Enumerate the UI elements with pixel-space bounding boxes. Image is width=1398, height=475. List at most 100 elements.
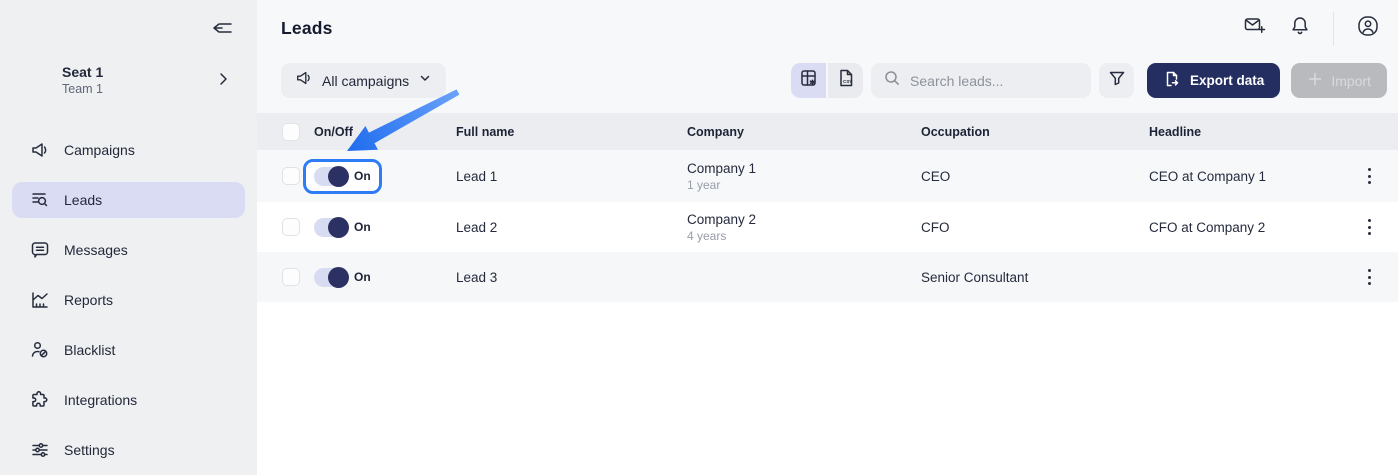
- user-avatar-icon: [1356, 14, 1380, 43]
- megaphone-icon: [30, 140, 50, 160]
- full-name-cell: Lead 2: [456, 220, 687, 235]
- collapse-sidebar-icon: [210, 17, 234, 44]
- occupation-cell: CFO: [921, 220, 1149, 235]
- table-row: On Lead 2 Company 2 4 years CFO CFO at C…: [257, 202, 1398, 252]
- full-name-cell: Lead 3: [456, 270, 687, 285]
- seat-selector[interactable]: Seat 1 Team 1: [0, 58, 257, 102]
- sidebar-item-settings[interactable]: Settings: [12, 432, 245, 468]
- csv-file-icon: CSV: [836, 68, 856, 93]
- lead-on-off-toggle[interactable]: [314, 167, 348, 186]
- search-icon: [883, 69, 901, 92]
- chart-icon: [30, 290, 50, 310]
- chevron-down-icon: [418, 71, 432, 90]
- sidebar-item-messages[interactable]: Messages: [12, 232, 245, 268]
- row-checkbox[interactable]: [282, 218, 300, 236]
- table-settings-icon: [799, 68, 819, 93]
- sidebar-item-blacklist[interactable]: Blacklist: [12, 332, 245, 368]
- new-mail-button[interactable]: [1243, 14, 1267, 43]
- row-menu-button[interactable]: [1356, 214, 1382, 240]
- svg-text:CSV: CSV: [843, 79, 853, 84]
- search-input[interactable]: [910, 73, 1070, 89]
- sidebar-item-label: Blacklist: [64, 342, 115, 358]
- table-header-row: On/Off Full name Company Occupation Head…: [257, 113, 1398, 150]
- filter-button[interactable]: [1099, 63, 1134, 98]
- sliders-icon: [30, 440, 50, 460]
- annotation-highlight: On: [303, 159, 382, 194]
- toggle-state-label: On: [354, 270, 371, 284]
- campaign-filter-label: All campaigns: [322, 73, 409, 89]
- collapse-sidebar-button[interactable]: [209, 17, 235, 43]
- sidebar-item-label: Settings: [64, 442, 115, 458]
- main-content: Leads: [257, 0, 1398, 475]
- sidebar-nav: Campaigns Leads Messages Reports: [12, 132, 245, 468]
- lead-on-off-toggle[interactable]: [314, 268, 348, 287]
- campaign-filter-dropdown[interactable]: All campaigns: [281, 63, 446, 98]
- table-row: On Lead 1 Company 1 1 year CEO CEO at Co…: [257, 150, 1398, 202]
- funnel-icon: [1108, 69, 1126, 92]
- select-all-checkbox[interactable]: [282, 123, 300, 141]
- company-cell: Company 2: [687, 212, 921, 227]
- company-duration: 4 years: [687, 229, 921, 243]
- top-section: Leads: [257, 0, 1398, 113]
- row-checkbox[interactable]: [282, 268, 300, 286]
- headline-cell: CEO at Company 1: [1149, 169, 1342, 184]
- export-data-button[interactable]: Export data: [1147, 63, 1280, 98]
- topbar-divider: [1333, 12, 1334, 46]
- puzzle-icon: [30, 390, 50, 410]
- csv-view-button[interactable]: CSV: [828, 63, 863, 98]
- column-header-onoff: On/Off: [314, 125, 456, 139]
- seat-subtitle: Team 1: [62, 82, 103, 96]
- page-title: Leads: [281, 18, 333, 39]
- topbar: Leads: [257, 0, 1398, 57]
- occupation-cell: CEO: [921, 169, 1149, 184]
- row-menu-button[interactable]: [1356, 163, 1382, 189]
- sidebar-item-leads[interactable]: Leads: [12, 182, 245, 218]
- search-box: [871, 63, 1091, 98]
- bell-icon: [1289, 14, 1311, 43]
- toggle-knob: [328, 217, 349, 238]
- table-view-button[interactable]: [791, 63, 826, 98]
- view-toggle-group: CSV: [791, 63, 863, 98]
- sidebar-item-campaigns[interactable]: Campaigns: [12, 132, 245, 168]
- export-data-label: Export data: [1190, 73, 1264, 88]
- file-export-icon: [1163, 70, 1181, 91]
- mail-plus-icon: [1243, 14, 1267, 43]
- app-window: Seat 1 Team 1 Campaigns Leads: [0, 0, 1398, 475]
- headline-cell: CFO at Company 2: [1149, 220, 1342, 235]
- table-row: On Lead 3 Senior Consultant: [257, 252, 1398, 302]
- column-header-company: Company: [687, 125, 921, 139]
- toggle-knob: [328, 267, 349, 288]
- sidebar: Seat 1 Team 1 Campaigns Leads: [0, 0, 257, 475]
- toolbar: All campaigns CSV: [257, 57, 1398, 98]
- toggle-knob: [328, 166, 349, 187]
- sidebar-item-label: Messages: [64, 242, 128, 258]
- toggle-state-label: On: [354, 220, 371, 234]
- row-menu-button[interactable]: [1356, 264, 1382, 290]
- company-cell: Company 1: [687, 161, 921, 176]
- column-header-full-name: Full name: [456, 125, 687, 139]
- leads-table: On/Off Full name Company Occupation Head…: [257, 113, 1398, 302]
- sidebar-item-reports[interactable]: Reports: [12, 282, 245, 318]
- account-button[interactable]: [1356, 14, 1380, 43]
- column-header-headline: Headline: [1149, 125, 1342, 139]
- lead-on-off-toggle[interactable]: [314, 218, 348, 237]
- row-checkbox[interactable]: [282, 167, 300, 185]
- leads-search-icon: [30, 190, 50, 210]
- message-bubble-icon: [30, 240, 50, 260]
- sidebar-item-label: Reports: [64, 292, 113, 308]
- sidebar-item-integrations[interactable]: Integrations: [12, 382, 245, 418]
- toggle-wrap: On: [303, 210, 382, 245]
- notifications-button[interactable]: [1289, 14, 1311, 43]
- sidebar-item-label: Leads: [64, 192, 102, 208]
- chevron-right-icon: [215, 70, 231, 93]
- sidebar-item-label: Integrations: [64, 392, 137, 408]
- occupation-cell: Senior Consultant: [921, 270, 1149, 285]
- full-name-cell: Lead 1: [456, 169, 687, 184]
- megaphone-icon: [295, 69, 313, 92]
- import-button[interactable]: Import: [1291, 63, 1387, 98]
- company-duration: 1 year: [687, 178, 921, 192]
- seat-title: Seat 1: [62, 64, 103, 81]
- plus-icon: [1307, 71, 1323, 90]
- blocked-user-icon: [30, 340, 50, 360]
- column-header-occupation: Occupation: [921, 125, 1149, 139]
